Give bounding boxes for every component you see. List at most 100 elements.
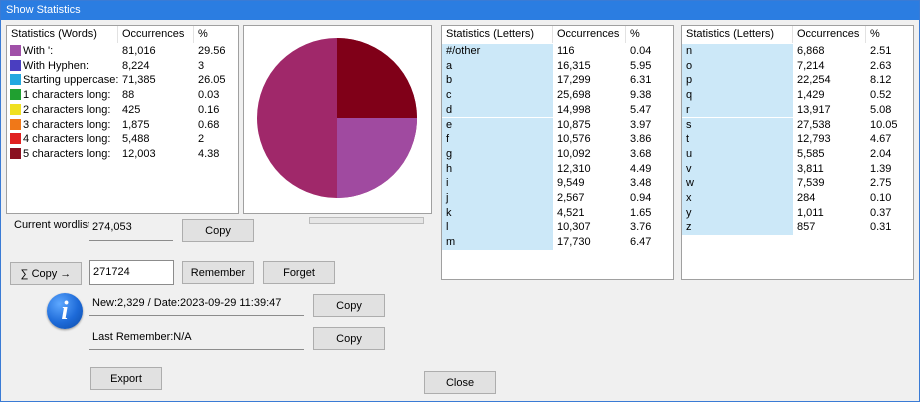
header-statistics-words[interactable]: Statistics (Words) [7,26,118,43]
list-row[interactable]: 1 characters long: 88 0.03 [7,88,238,103]
row-occurrences: 16,315 [557,59,591,72]
list-row[interactable]: 4 characters long: 5,488 2 [7,132,238,147]
list-row[interactable]: o 7,214 2.63 [682,58,913,74]
row-percent: 2.63 [870,59,892,72]
list-row[interactable]: With Hyphen: 8,224 3 [7,59,238,74]
list-row[interactable]: a 16,315 5.95 [442,58,673,74]
row-occurrences: 1,429 [797,89,825,102]
header-occurrences[interactable]: Occurrences [118,26,194,43]
row-percent: 0.03 [198,89,220,102]
list-row[interactable]: f 10,576 3.86 [442,132,673,147]
list-row[interactable]: z 857 0.31 [682,220,913,236]
row-label: k [442,205,553,221]
list-row[interactable]: t 12,793 4.67 [682,132,913,147]
letters-statistics-list-left[interactable]: Statistics (Letters) Occurrences % #/oth… [441,25,674,280]
list-row[interactable]: 3 characters long: 1,875 0.68 [7,118,238,133]
info-icon-glyph: i [61,296,69,325]
list-row[interactable]: k 4,521 1.65 [442,205,673,221]
row-occurrences: 857 [797,221,816,234]
row-label: 2 characters long: [23,103,111,116]
list-row[interactable]: u 5,585 2.04 [682,146,913,162]
export-button[interactable]: Export [90,367,162,390]
list-row[interactable]: j 2,567 0.94 [442,191,673,206]
header-occurrences[interactable]: Occurrences [553,26,626,43]
row-label: q [682,88,793,103]
row-occurrences: 10,576 [557,133,591,146]
row-occurrences: 116 [557,45,575,57]
list-row[interactable]: b 17,299 6.31 [442,73,673,89]
header-statistics-letters[interactable]: Statistics (Letters) [682,26,793,43]
list-row[interactable]: i 9,549 3.48 [442,176,673,191]
list-row[interactable]: v 3,811 1.39 [682,161,913,177]
row-occurrences: 17,299 [557,74,591,87]
row-occurrences: 8,224 [122,59,150,72]
row-label: a [442,58,553,74]
list-row[interactable]: With ': 81,016 29.56 [7,44,238,59]
row-percent: 3.68 [630,147,652,160]
list-row[interactable]: w 7,539 2.75 [682,176,913,191]
header-occurrences[interactable]: Occurrences [793,26,866,43]
header-percent[interactable]: % [194,26,238,43]
row-percent: 3.97 [630,118,652,131]
row-occurrences: 13,917 [797,103,831,116]
row-occurrences: 22,254 [797,74,831,87]
row-occurrences: 25,698 [557,89,591,102]
row-label: n [682,44,793,59]
list-row[interactable]: d 14,998 5.47 [442,102,673,118]
list-row[interactable]: x 284 0.10 [682,191,913,206]
row-occurrences: 3,811 [797,162,824,175]
list-row[interactable]: 5 characters long: 12,003 4.38 [7,147,238,162]
list-row[interactable]: n 6,868 2.51 [682,44,913,59]
list-row[interactable]: m 17,730 6.47 [442,235,673,250]
row-percent: 1.39 [870,162,892,175]
row-occurrences: 5,488 [122,133,150,146]
row-percent: 2.51 [870,45,892,57]
header-statistics-letters[interactable]: Statistics (Letters) [442,26,553,43]
list-row[interactable]: 2 characters long: 425 0.16 [7,103,238,118]
list-row[interactable]: s 27,538 10.05 [682,117,913,133]
row-label: o [682,58,793,74]
close-button[interactable]: Close [424,371,496,394]
header-percent[interactable]: % [626,26,673,43]
color-swatch [10,45,21,56]
new-info-field: New:2,329 / Date:2023-09-29 11:39:47 [89,293,304,316]
row-percent: 2.04 [870,147,892,160]
last-remember-field: Last Remember:N/A [89,327,304,350]
row-occurrences: 10,875 [557,118,591,131]
row-label: 4 characters long: [23,133,111,146]
row-label: v [682,161,793,177]
list-row[interactable]: l 10,307 3.76 [442,220,673,236]
list-row[interactable]: c 25,698 9.38 [442,88,673,103]
copy-wordlist-button[interactable]: Copy [182,219,254,242]
row-occurrences: 6,868 [797,45,825,57]
list-row[interactable]: e 10,875 3.97 [442,117,673,133]
row-label: m [442,235,553,250]
words-statistics-list[interactable]: Statistics (Words) Occurrences % With ':… [6,25,239,214]
row-percent: 4.49 [630,162,652,175]
list-row[interactable]: h 12,310 4.49 [442,161,673,177]
list-row[interactable]: p 22,254 8.12 [682,73,913,89]
copy-new-info-button[interactable]: Copy [313,294,385,317]
color-swatch [10,133,21,145]
list-row[interactable]: g 10,092 3.68 [442,146,673,162]
row-percent: 9.38 [630,89,652,102]
row-label: j [442,191,553,206]
remember-button[interactable]: Remember [182,261,254,284]
header-percent[interactable]: % [866,26,913,43]
sum-copy-button[interactable]: ∑ Copy → [10,262,82,285]
list-row[interactable]: q 1,429 0.52 [682,88,913,103]
row-label: s [682,117,793,133]
list-row[interactable]: r 13,917 5.08 [682,102,913,118]
list-row[interactable]: Starting uppercase: 71,385 26.05 [7,73,238,88]
row-percent: 0.04 [630,45,652,57]
list-row[interactable]: y 1,011 0.37 [682,205,913,221]
copy-last-remember-button[interactable]: Copy [313,327,385,350]
row-label: p [682,73,793,89]
row-percent: 5.95 [630,59,652,72]
list-row[interactable]: #/other 116 0.04 [442,44,673,59]
row-label: t [682,132,793,147]
forget-button[interactable]: Forget [263,261,335,284]
remember-input[interactable]: 271724 [89,260,174,285]
row-label: d [442,102,553,118]
letters-statistics-list-right[interactable]: Statistics (Letters) Occurrences % n 6,86… [681,25,914,280]
